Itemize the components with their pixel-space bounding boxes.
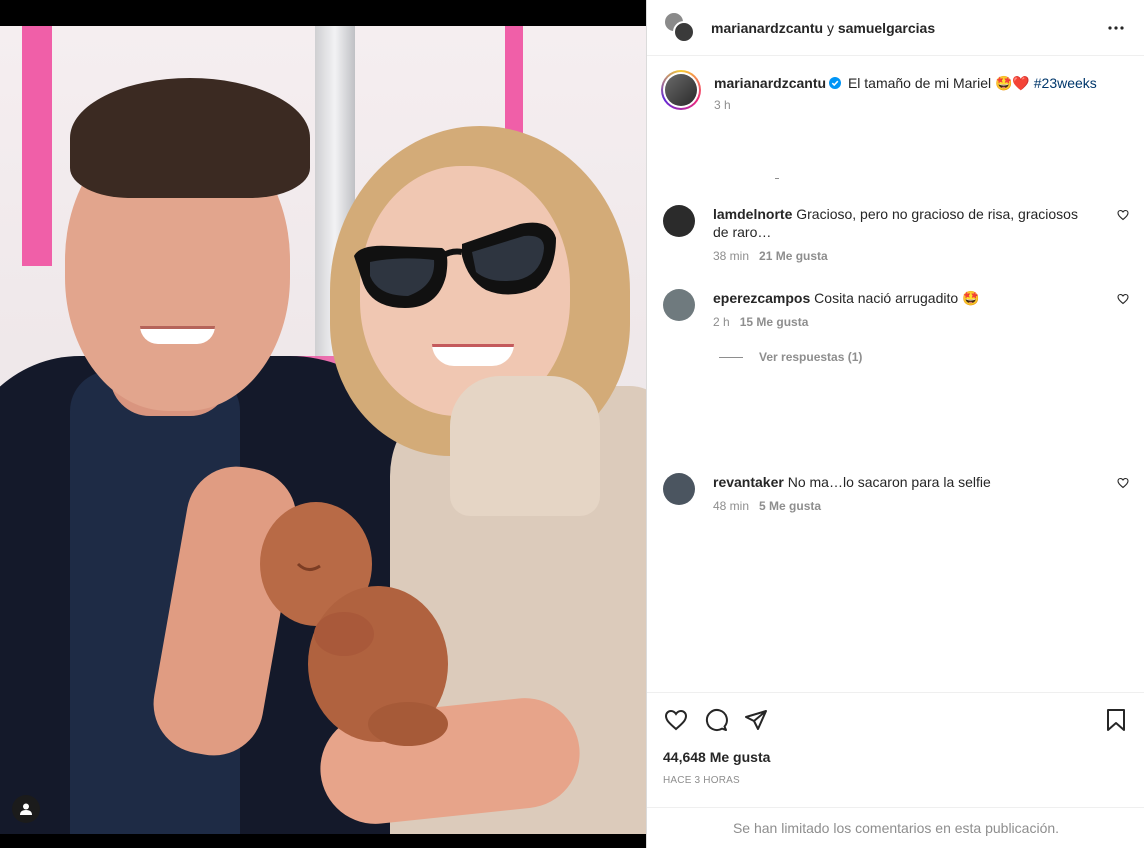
verified-badge-icon xyxy=(829,77,842,89)
comment-text: Cosita nació arrugadito 🤩 xyxy=(814,290,980,306)
post-photo[interactable] xyxy=(0,26,646,834)
man-hair xyxy=(70,78,310,198)
comment-text: No ma…lo sacaron para la selfie xyxy=(787,474,991,490)
comment-item: revantaker No ma…lo sacaron para la self… xyxy=(663,473,1129,515)
more-options-icon[interactable] xyxy=(1104,16,1128,40)
comment-icon[interactable] xyxy=(703,707,729,733)
woman-turtleneck xyxy=(450,376,600,516)
man-smile xyxy=(140,326,215,344)
view-replies-label: Ver respuestas (1) xyxy=(759,350,863,364)
bookmark-icon[interactable] xyxy=(1103,707,1129,733)
fetus-model xyxy=(260,502,448,746)
post-authors: marianardzcantu y samuelgarcias xyxy=(711,20,935,36)
post-caption: marianardzcantu El tamaño de mi Mariel 🤩… xyxy=(647,56,1144,176)
comment-username-link[interactable]: eperezcampos xyxy=(713,290,810,306)
comment-item: lamdelnorte Gracioso, pero no gracioso d… xyxy=(663,205,1129,265)
action-icons xyxy=(663,693,1129,745)
comment-timestamp: 48 min xyxy=(713,499,750,513)
caption-text: El tamaño de mi Mariel 🤩❤️ xyxy=(847,75,1030,91)
comment-likes[interactable]: 5 Me gusta xyxy=(759,499,821,513)
share-icon[interactable] xyxy=(743,707,769,733)
avatar[interactable] xyxy=(663,473,695,505)
comment-timestamp: 38 min xyxy=(713,249,750,263)
post-header: marianardzcantu y samuelgarcias xyxy=(647,0,1144,56)
hashtag-link[interactable]: #23weeks xyxy=(1034,75,1097,91)
caption-username-link[interactable]: marianardzcantu xyxy=(714,75,826,91)
post-media-pane xyxy=(0,0,646,848)
avatar[interactable] xyxy=(663,289,695,321)
coauthor-username-link[interactable]: samuelgarcias xyxy=(838,20,935,36)
loading-indicator xyxy=(775,178,779,179)
post-actions: 44,648 Me gusta HACE 3 HORAS xyxy=(647,692,1144,786)
avatar xyxy=(665,74,697,106)
heart-icon[interactable] xyxy=(1117,209,1129,221)
post-timestamp: HACE 3 HORAS xyxy=(663,775,740,786)
caption-timestamp: 3 h xyxy=(714,98,731,112)
comment-likes[interactable]: 15 Me gusta xyxy=(740,315,809,329)
comments-limited-notice: Se han limitado los comentarios en esta … xyxy=(647,807,1144,848)
heart-icon[interactable] xyxy=(1117,477,1129,489)
authors-separator: y xyxy=(826,19,834,36)
heart-icon[interactable] xyxy=(663,707,689,733)
sunglasses xyxy=(354,222,556,308)
collab-avatars[interactable] xyxy=(663,10,697,45)
comment-likes[interactable]: 21 Me gusta xyxy=(759,249,828,263)
user-tag-icon[interactable] xyxy=(12,795,40,823)
likes-count[interactable]: 44,648 Me gusta xyxy=(663,749,1129,765)
comment-timestamp: 2 h xyxy=(713,315,730,329)
woman-smile xyxy=(432,344,514,366)
heart-icon[interactable] xyxy=(1117,293,1129,305)
author-username-link[interactable]: marianardzcantu xyxy=(711,20,823,36)
post-side-panel: marianardzcantu y samuelgarcias marianar… xyxy=(646,0,1144,848)
view-replies-button[interactable]: Ver respuestas (1) xyxy=(719,350,862,364)
comment-item: eperezcampos Cosita nació arrugadito 🤩 2… xyxy=(663,289,1129,331)
avatar xyxy=(673,20,695,43)
background-banner xyxy=(22,26,52,266)
avatar[interactable] xyxy=(663,205,695,237)
replies-divider xyxy=(719,356,743,358)
story-ring-avatar[interactable] xyxy=(661,70,701,110)
comment-username-link[interactable]: lamdelnorte xyxy=(713,206,792,222)
comment-username-link[interactable]: revantaker xyxy=(713,474,784,490)
